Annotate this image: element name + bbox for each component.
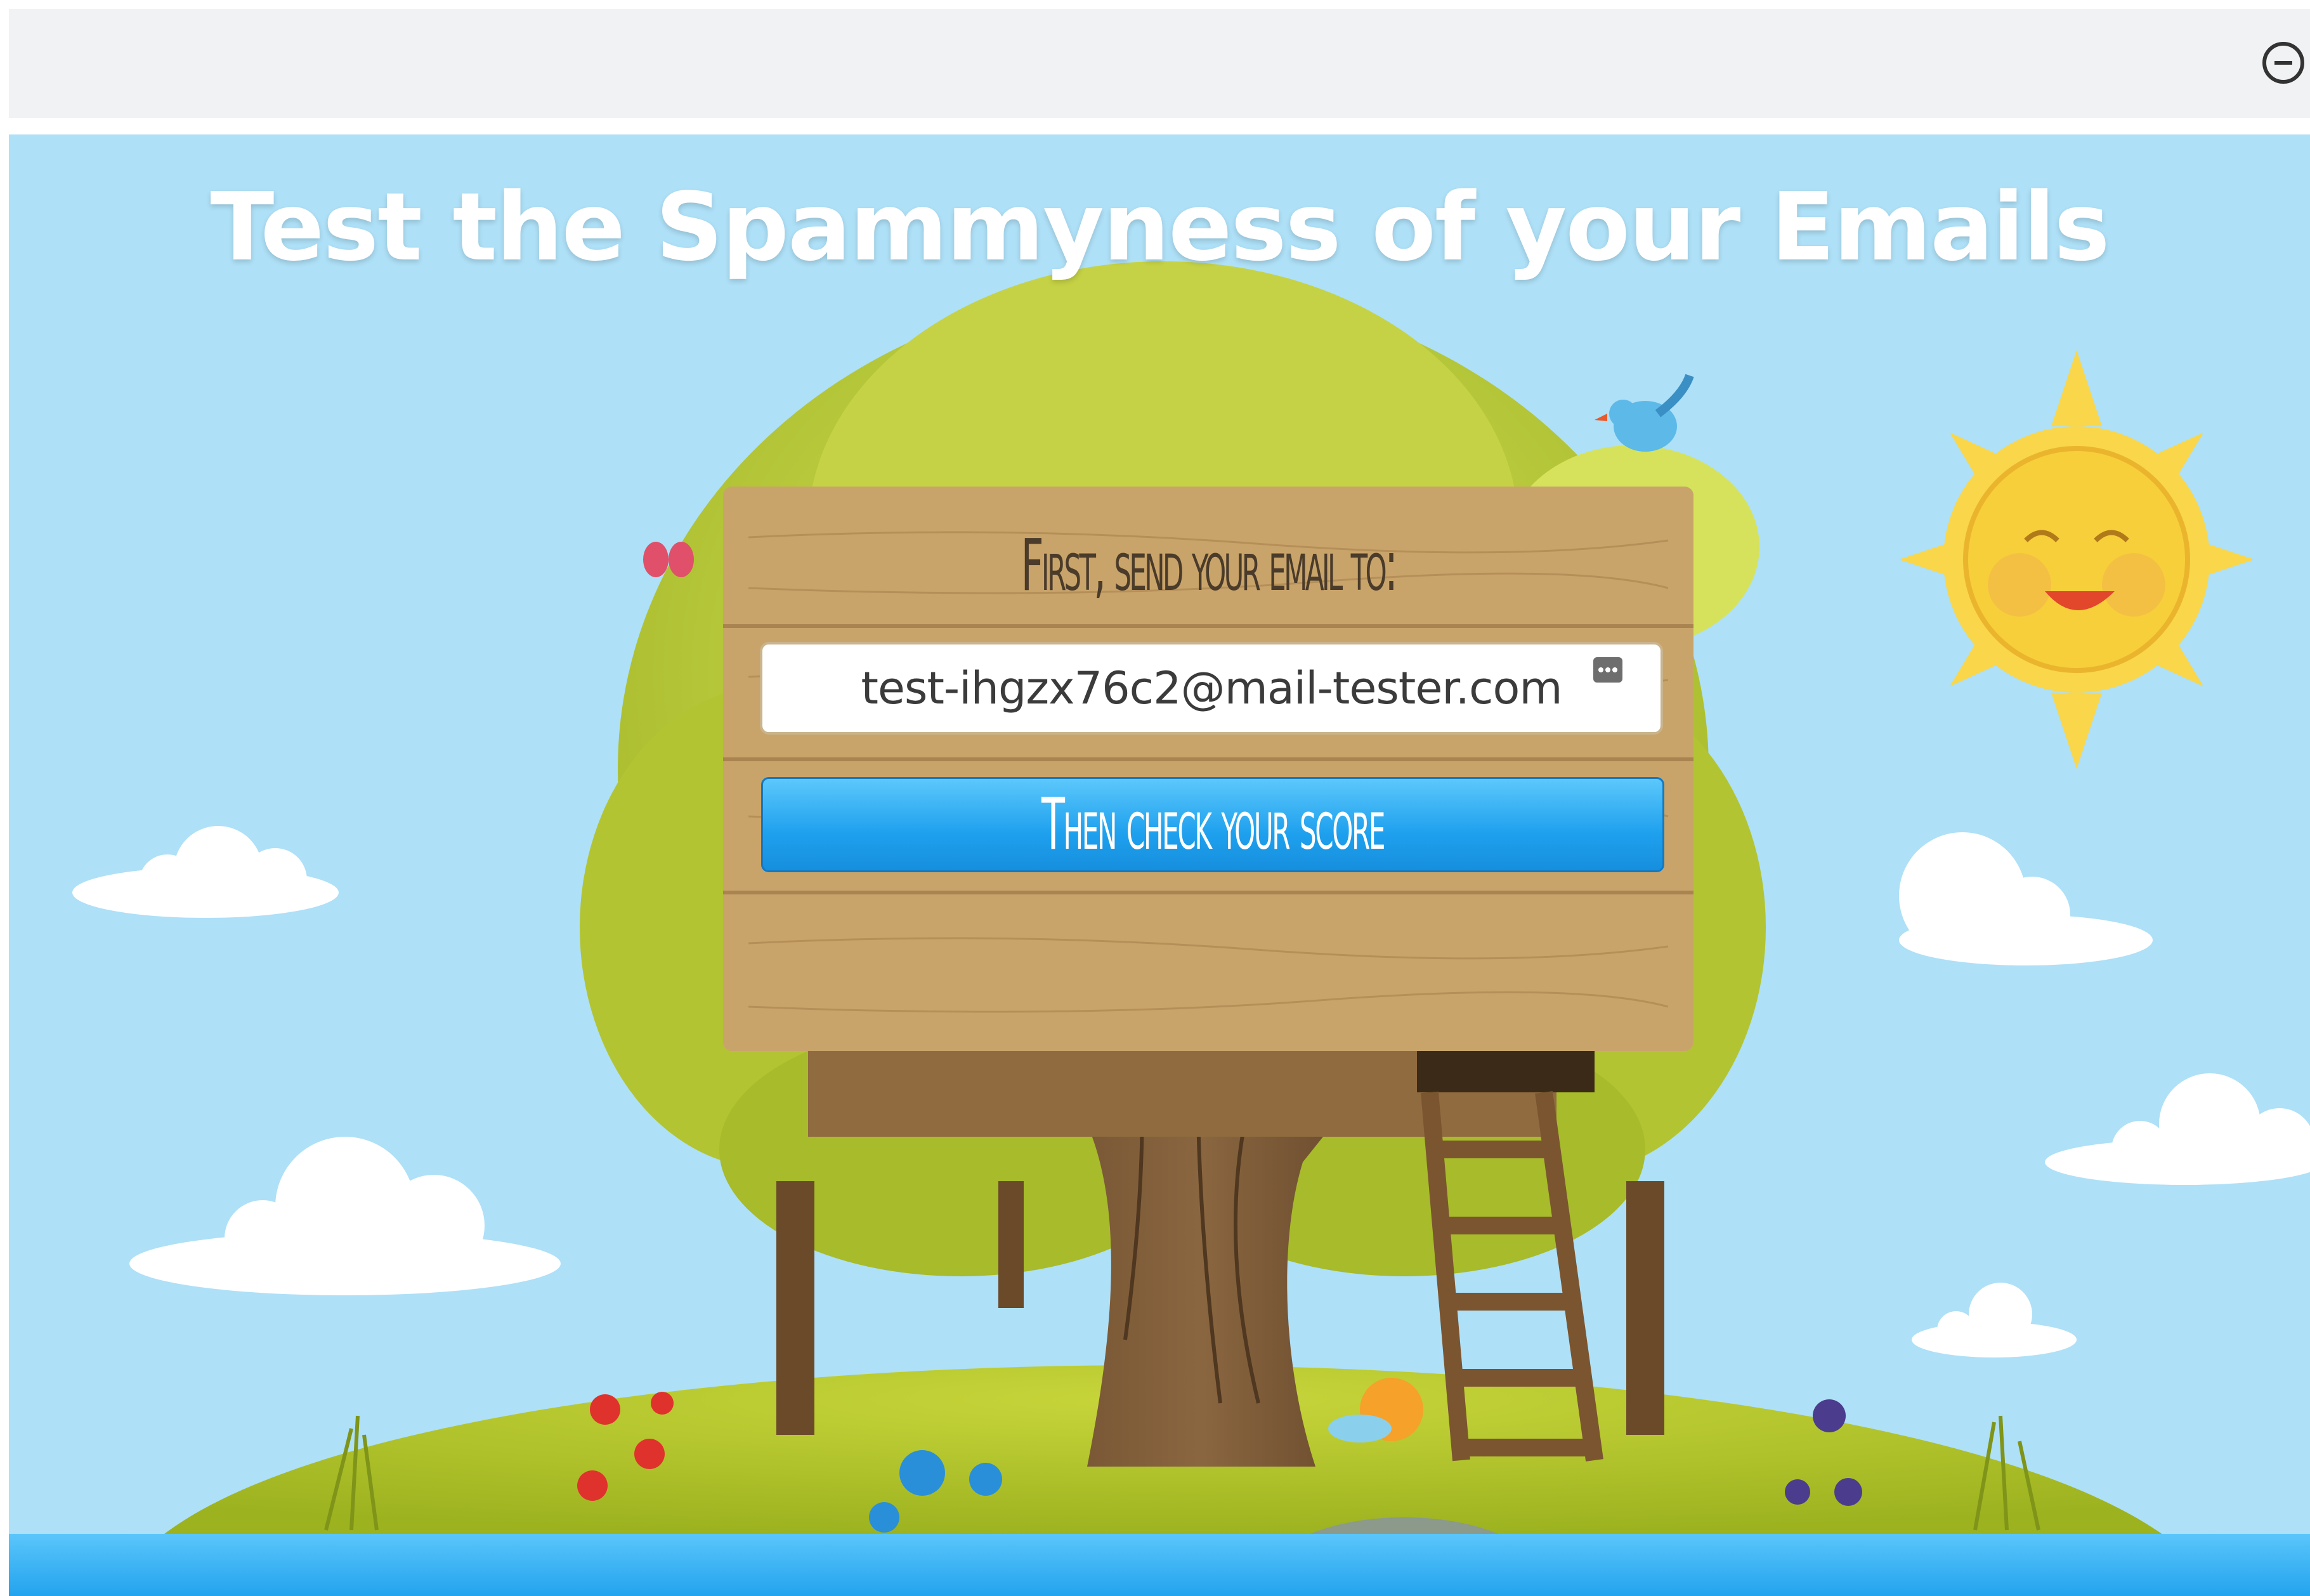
bird-illustration (1595, 374, 1694, 452)
test-email-address-field[interactable]: test-ihgzx76c2@mail-tester.com (760, 642, 1663, 735)
zoom-out-icon[interactable] (2253, 34, 2310, 91)
footer-bar (9, 1534, 2310, 1596)
browser-toolbar (9, 9, 2310, 118)
check-score-label: Then check your score (1041, 783, 1385, 866)
cloud-left (72, 826, 339, 918)
landing-page: Test the Spammyness of your Emails First… (9, 134, 2310, 1596)
sun-illustration (1899, 350, 2254, 769)
page-headline: Test the Spammyness of your Emails (210, 173, 2110, 282)
wooden-sign: First, send your email to: test-ihgzx76c… (723, 487, 1693, 1051)
sign-instruction: First, send your email to: (1021, 525, 1398, 607)
copy-icon[interactable] (1593, 657, 1622, 683)
check-score-button[interactable]: Then check your score (761, 777, 1664, 872)
test-email-address[interactable]: test-ihgzx76c2@mail-tester.com (861, 662, 1562, 714)
